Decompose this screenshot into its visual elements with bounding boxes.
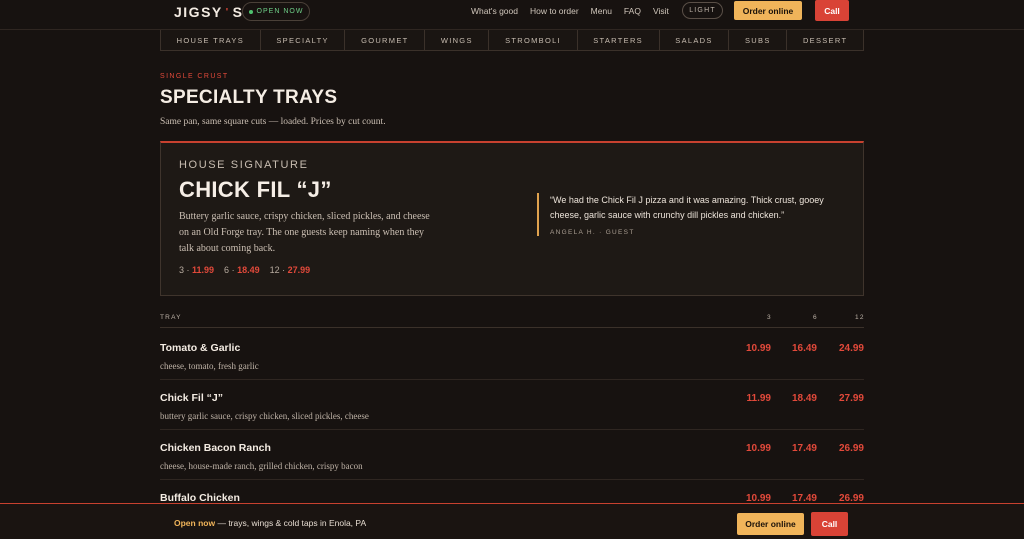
status-dot-icon [248,9,253,14]
feature-title: CHICK FIL “J” [179,177,332,202]
quote-text: “We had the Chick Fil J pizza and it was… [550,195,824,220]
tab-house-trays[interactable]: HOUSE TRAYS [161,30,261,50]
logo[interactable]: JIGSY ' S [174,4,243,20]
main-nav: What's good How to order Menu FAQ Visit [471,6,681,16]
price-value: 18.49 [237,265,260,275]
section-title: SPECIALTY TRAYS [160,87,338,108]
row-price-6: 18.49 [791,393,817,404]
column-header-6: 6 [813,314,818,321]
feature-card: HOUSE SIGNATURE CHICK FIL “J” Buttery ga… [160,141,864,296]
row-price-6: 16.49 [791,343,817,354]
feature-eyebrow: HOUSE SIGNATURE [179,159,309,171]
tab-salads[interactable]: SALADS [660,30,730,50]
bottom-bar-message: Open now — trays, wings & cold taps in E… [174,518,366,528]
table-row[interactable]: Chick Fil “J” buttery garlic sauce, cris… [160,380,864,430]
row-name: Chick Fil “J” [160,392,224,404]
logo-text: JIGSY [174,4,223,20]
price-separator: · [229,265,238,275]
price-value: 27.99 [287,265,311,275]
tab-specialty[interactable]: SPECIALTY [261,30,346,50]
theme-toggle-button[interactable]: LIGHT [682,2,723,19]
column-header-3: 3 [767,314,772,321]
tab-wings[interactable]: WINGS [425,30,490,50]
tab-subs[interactable]: SUBS [729,30,788,50]
row-description: buttery garlic sauce, crispy chicken, sl… [160,411,369,421]
price-value: 11.99 [192,265,215,275]
feature-price-6: 6 · 18.49 [224,265,260,275]
open-status-badge: OPEN NOW [242,2,310,21]
row-price-3: 10.99 [745,443,771,454]
nav-faq[interactable]: FAQ [624,6,641,16]
header-divider [160,327,864,328]
row-description: cheese, house-made ranch, grilled chicke… [160,461,363,471]
tab-dessert[interactable]: DESSERT [787,30,863,50]
nav-menu[interactable]: Menu [591,6,612,16]
bottom-call-button[interactable]: Call [811,512,848,536]
column-header-tray: TRAY [160,314,182,321]
open-status-label: OPEN NOW [256,8,304,15]
tab-starters[interactable]: STARTERS [578,30,660,50]
feature-description: Buttery garlic sauce, crispy chicken, sl… [179,211,430,254]
price-count: 12 [269,265,280,275]
section-eyebrow: SINGLE CRUST [160,73,229,80]
bottom-order-online-button[interactable]: Order online [737,513,804,535]
sticky-bottom-bar: Open now — trays, wings & cold taps in E… [0,503,1024,539]
nav-whats-good[interactable]: What's good [471,6,518,16]
section-subtitle: Same pan, same square cuts — loaded. Pri… [160,117,386,127]
call-button[interactable]: Call [815,0,849,21]
tab-stromboli[interactable]: STROMBOLI [489,30,578,50]
column-header-12: 12 [855,314,865,321]
row-price-12: 26.99 [838,443,864,454]
table-row[interactable]: Chicken Bacon Ranch cheese, house-made r… [160,430,864,480]
category-tabs: HOUSE TRAYS SPECIALTY GOURMET WINGS STRO… [160,30,864,51]
row-price-12: 27.99 [838,393,864,404]
logo-tick: ' [225,7,230,18]
bottom-open-label: Open now [174,518,216,528]
row-price-6: 17.49 [791,443,817,454]
row-name: Tomato & Garlic [160,342,241,354]
bottom-bar-text: — trays, wings & cold taps in Enola, PA [215,518,367,528]
row-price-3: 10.99 [745,343,771,354]
feature-prices: 3 · 11.99 6 · 18.49 12 · 27.99 [179,265,310,275]
order-online-button[interactable]: Order online [734,1,802,20]
nav-visit[interactable]: Visit [653,6,669,16]
tab-gourmet[interactable]: GOURMET [345,30,426,50]
nav-how-to-order[interactable]: How to order [530,6,579,16]
feature-price-12: 12 · 27.99 [270,265,311,275]
feature-price-3: 3 · 11.99 [179,265,214,275]
table-row[interactable]: Tomato & Garlic cheese, tomato, fresh ga… [160,330,864,380]
site-header: JIGSY ' S OPEN NOW What's good How to orde… [0,0,1024,30]
row-name: Chicken Bacon Ranch [160,442,271,454]
row-price-3: 11.99 [746,393,771,404]
row-price-12: 24.99 [838,343,864,354]
row-description: cheese, tomato, fresh garlic [160,361,259,371]
quote-author: ANGELA H. · GUEST [550,229,635,236]
price-separator: · [279,265,288,275]
price-separator: · [184,265,193,275]
guest-quote: “We had the Chick Fil J pizza and it was… [537,193,837,236]
